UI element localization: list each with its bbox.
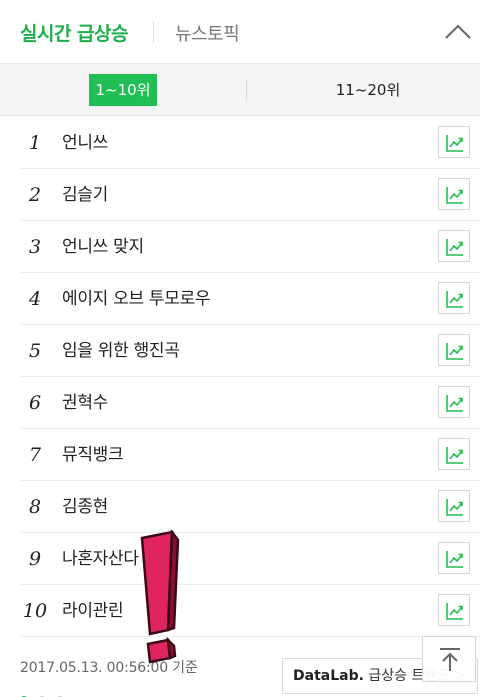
trend-chart-icon [446, 187, 463, 204]
keyword-link[interactable]: 라이관린 [62, 585, 124, 637]
datalab-logo: DataLab. [293, 668, 364, 684]
tab-divider [153, 21, 154, 43]
range-11-20-button[interactable]: 11~20위 [318, 74, 418, 106]
keyword-link[interactable]: 임을 위한 행진곡 [62, 325, 180, 377]
trend-chart-icon [446, 343, 463, 360]
range-1-10-button[interactable]: 1~10위 [89, 74, 157, 106]
rank-number: 4 [28, 288, 42, 310]
ranking-row-3[interactable]: 3 언니쓰 맞지 [20, 221, 480, 273]
trend-button[interactable] [438, 178, 470, 210]
ranking-row-2[interactable]: 2 김슬기 [20, 169, 480, 221]
ranking-row-7[interactable]: 7 뮤직뱅크 [20, 429, 480, 481]
rank-number: 1 [28, 132, 42, 154]
ranking-row-9[interactable]: 9 나혼자산다 [20, 533, 480, 585]
trend-button[interactable] [438, 594, 470, 626]
tab-realtime-rising[interactable]: 실시간 급상승 [20, 19, 129, 46]
range-divider [246, 80, 247, 100]
trend-button[interactable] [438, 542, 470, 574]
rank-number: 7 [28, 444, 42, 466]
exclamation-mark-overlay [140, 530, 180, 664]
rank-number: 8 [28, 496, 42, 518]
keyword-link[interactable]: 김슬기 [62, 169, 108, 221]
keyword-link[interactable]: 권혁수 [62, 377, 108, 429]
rank-number: 9 [28, 548, 42, 570]
rank-number: 6 [28, 392, 42, 414]
trend-chart-icon [446, 395, 463, 412]
ranking-row-6[interactable]: 6 권혁수 [20, 377, 480, 429]
rank-number: 3 [28, 236, 42, 258]
ranking-row-5[interactable]: 5 임을 위한 행진곡 [20, 325, 480, 377]
trend-button[interactable] [438, 334, 470, 366]
rank-number: 5 [28, 340, 42, 362]
trend-chart-icon [446, 239, 463, 256]
trend-button[interactable] [438, 386, 470, 418]
ranking-list: 1 언니쓰 2 김슬기 3 언니쓰 맞지 4 에이지 오브 투모로우 5 임을 … [0, 117, 480, 637]
keyword-link[interactable]: 뮤직뱅크 [62, 429, 124, 481]
keyword-link[interactable]: 언니쓰 맞지 [62, 221, 144, 273]
ranking-row-4[interactable]: 4 에이지 오브 투모로우 [20, 273, 480, 325]
trend-chart-icon [446, 499, 463, 516]
trend-button[interactable] [438, 230, 470, 262]
keyword-link[interactable]: 나혼자산다 [62, 533, 139, 585]
chevron-up-icon [445, 24, 471, 39]
trend-button[interactable] [438, 282, 470, 314]
trend-chart-icon [446, 135, 463, 152]
trend-chart-icon [446, 551, 463, 568]
rank-range-selector: 1~10위 11~20위 [0, 64, 480, 116]
trend-chart-icon [446, 603, 463, 620]
trend-chart-icon [446, 291, 463, 308]
trend-button[interactable] [438, 490, 470, 522]
scroll-to-top-button[interactable] [422, 636, 476, 682]
keyword-link[interactable]: 언니쓰 [62, 117, 108, 169]
keyword-link[interactable]: 에이지 오브 투모로우 [62, 273, 211, 325]
footer: 2017.05.13. 00:56:00 기준 DataLab. 급상승 트렌드… [0, 636, 480, 697]
rank-number: 2 [28, 184, 42, 206]
arrow-to-top-icon [440, 648, 460, 671]
rank-number: 10 [22, 600, 48, 622]
page-indicator [20, 689, 74, 697]
tab-news-topic[interactable]: 뉴스토픽 [175, 20, 240, 46]
trend-button[interactable] [438, 438, 470, 470]
header: 실시간 급상승 뉴스토픽 [0, 0, 480, 64]
ranking-row-10[interactable]: 10 라이관린 [20, 585, 480, 637]
keyword-link[interactable]: 김종현 [62, 481, 108, 533]
ranking-row-1[interactable]: 1 언니쓰 [20, 117, 480, 169]
collapse-button[interactable] [440, 16, 476, 46]
ranking-row-8[interactable]: 8 김종현 [20, 481, 480, 533]
trend-button[interactable] [438, 126, 470, 158]
trend-chart-icon [446, 447, 463, 464]
